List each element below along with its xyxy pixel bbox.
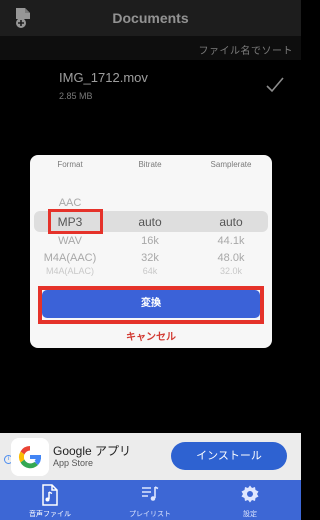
tab-label: 設定 [243, 511, 257, 518]
bitrate-column-header: Bitrate [138, 160, 162, 169]
format-column-header: Format [57, 160, 83, 169]
ad-banner[interactable]: i Google アプリ App Store インストール [0, 433, 301, 480]
google-logo [11, 438, 49, 476]
tab-label: プレイリスト [129, 511, 171, 518]
tab-playlist[interactable]: プレイリスト [100, 480, 200, 520]
ad-title: Google アプリ [53, 444, 132, 458]
bitrate-option[interactable]: 16k [115, 235, 185, 247]
convert-dialog: Format Bitrate Samplerate AAC MP3 WAV M4… [30, 155, 272, 348]
bitrate-option[interactable]: 32k [115, 252, 185, 264]
format-option[interactable]: WAV [35, 235, 105, 247]
format-option[interactable]: AAC [35, 197, 105, 209]
tab-audio-files[interactable]: 音声ファイル [0, 480, 100, 520]
ad-subtitle: App Store [53, 458, 94, 468]
tab-label: 音声ファイル [29, 511, 71, 518]
tab-settings[interactable]: 設定 [200, 480, 300, 520]
install-button[interactable]: インストール [171, 442, 287, 470]
tab-bar: 音声ファイル プレイリスト 設定 [0, 480, 301, 520]
audio-file-icon [42, 484, 58, 506]
format-option[interactable]: M4A(AAC) [35, 252, 105, 264]
format-option[interactable]: M4A(ALAC) [35, 266, 105, 276]
mp3-highlight-box [48, 209, 103, 234]
samplerate-option[interactable]: 44.1k [194, 235, 268, 247]
convert-button[interactable]: 変換 [42, 290, 260, 318]
bitrate-option[interactable]: 64k [115, 266, 185, 276]
samplerate-option-selected[interactable]: auto [194, 215, 268, 229]
gear-icon [241, 485, 259, 503]
bitrate-option-selected[interactable]: auto [115, 215, 185, 229]
samplerate-option[interactable]: 32.0k [194, 266, 268, 276]
cancel-button[interactable]: キャンセル [30, 328, 272, 343]
samplerate-column-header: Samplerate [210, 160, 252, 169]
samplerate-option[interactable]: 48.0k [194, 252, 268, 264]
playlist-icon [142, 486, 159, 501]
